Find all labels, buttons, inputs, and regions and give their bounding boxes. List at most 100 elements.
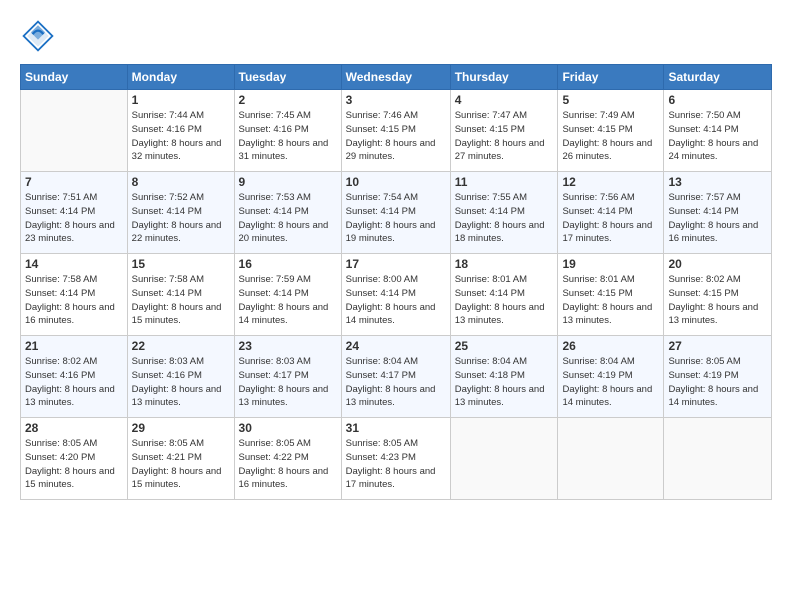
column-header-sunday: Sunday (21, 65, 128, 90)
day-number: 3 (346, 93, 446, 107)
day-info: Sunrise: 8:04 AMSunset: 4:18 PMDaylight:… (455, 355, 554, 410)
calendar-cell: 14 Sunrise: 7:58 AMSunset: 4:14 PMDayligh… (21, 254, 128, 336)
day-number: 26 (562, 339, 659, 353)
day-info: Sunrise: 7:45 AMSunset: 4:16 PMDaylight:… (239, 109, 337, 164)
calendar-cell: 17 Sunrise: 8:00 AMSunset: 4:14 PMDayligh… (341, 254, 450, 336)
day-number: 20 (668, 257, 767, 271)
day-number: 1 (132, 93, 230, 107)
day-number: 14 (25, 257, 123, 271)
column-header-wednesday: Wednesday (341, 65, 450, 90)
page-header (20, 18, 772, 54)
calendar-cell: 29 Sunrise: 8:05 AMSunset: 4:21 PMDayligh… (127, 418, 234, 500)
calendar-cell: 21 Sunrise: 8:02 AMSunset: 4:16 PMDayligh… (21, 336, 128, 418)
calendar-cell: 16 Sunrise: 7:59 AMSunset: 4:14 PMDayligh… (234, 254, 341, 336)
calendar-cell (21, 90, 128, 172)
calendar-cell: 3 Sunrise: 7:46 AMSunset: 4:15 PMDaylight… (341, 90, 450, 172)
day-info: Sunrise: 8:05 AMSunset: 4:23 PMDaylight:… (346, 437, 446, 492)
column-header-monday: Monday (127, 65, 234, 90)
day-number: 25 (455, 339, 554, 353)
column-header-saturday: Saturday (664, 65, 772, 90)
calendar-cell: 6 Sunrise: 7:50 AMSunset: 4:14 PMDaylight… (664, 90, 772, 172)
calendar-cell: 26 Sunrise: 8:04 AMSunset: 4:19 PMDayligh… (558, 336, 664, 418)
day-info: Sunrise: 8:02 AMSunset: 4:15 PMDaylight:… (668, 273, 767, 328)
calendar-cell: 19Sunrise: 8:01 AMSunset: 4:15 PMDayligh… (558, 254, 664, 336)
calendar-cell: 25 Sunrise: 8:04 AMSunset: 4:18 PMDayligh… (450, 336, 558, 418)
day-info: Sunrise: 7:49 AMSunset: 4:15 PMDaylight:… (562, 109, 659, 164)
column-header-friday: Friday (558, 65, 664, 90)
calendar-cell: 15Sunrise: 7:58 AMSunset: 4:14 PMDayligh… (127, 254, 234, 336)
calendar-cell: 13 Sunrise: 7:57 AMSunset: 4:14 PMDayligh… (664, 172, 772, 254)
day-info: Sunrise: 8:05 AMSunset: 4:21 PMDaylight:… (132, 437, 230, 492)
day-info: Sunrise: 8:00 AMSunset: 4:14 PMDaylight:… (346, 273, 446, 328)
day-number: 24 (346, 339, 446, 353)
calendar-cell (558, 418, 664, 500)
calendar-cell: 1Sunrise: 7:44 AMSunset: 4:16 PMDaylight… (127, 90, 234, 172)
calendar-cell: 24 Sunrise: 8:04 AMSunset: 4:17 PMDayligh… (341, 336, 450, 418)
day-number: 30 (239, 421, 337, 435)
day-info: Sunrise: 7:46 AMSunset: 4:15 PMDaylight:… (346, 109, 446, 164)
day-number: 5 (562, 93, 659, 107)
day-info: Sunrise: 7:50 AMSunset: 4:14 PMDaylight:… (668, 109, 767, 164)
day-number: 21 (25, 339, 123, 353)
calendar-cell: 2 Sunrise: 7:45 AMSunset: 4:16 PMDaylight… (234, 90, 341, 172)
calendar-cell: 5 Sunrise: 7:49 AMSunset: 4:15 PMDaylight… (558, 90, 664, 172)
day-number: 8 (132, 175, 230, 189)
day-number: 13 (668, 175, 767, 189)
calendar-cell: 7 Sunrise: 7:51 AMSunset: 4:14 PMDaylight… (21, 172, 128, 254)
day-info: Sunrise: 7:54 AMSunset: 4:14 PMDaylight:… (346, 191, 446, 246)
calendar-cell: 10 Sunrise: 7:54 AMSunset: 4:14 PMDayligh… (341, 172, 450, 254)
day-number: 16 (239, 257, 337, 271)
day-info: Sunrise: 7:56 AMSunset: 4:14 PMDaylight:… (562, 191, 659, 246)
day-info: Sunrise: 7:57 AMSunset: 4:14 PMDaylight:… (668, 191, 767, 246)
calendar-cell (450, 418, 558, 500)
day-number: 28 (25, 421, 123, 435)
calendar-cell: 18 Sunrise: 8:01 AMSunset: 4:14 PMDayligh… (450, 254, 558, 336)
day-number: 23 (239, 339, 337, 353)
calendar-cell: 4 Sunrise: 7:47 AMSunset: 4:15 PMDaylight… (450, 90, 558, 172)
day-number: 10 (346, 175, 446, 189)
day-number: 11 (455, 175, 554, 189)
day-number: 29 (132, 421, 230, 435)
day-info: Sunrise: 8:03 AMSunset: 4:16 PMDaylight:… (132, 355, 230, 410)
column-header-thursday: Thursday (450, 65, 558, 90)
day-number: 18 (455, 257, 554, 271)
calendar-week-row: 21 Sunrise: 8:02 AMSunset: 4:16 PMDayligh… (21, 336, 772, 418)
calendar-cell: 31 Sunrise: 8:05 AMSunset: 4:23 PMDayligh… (341, 418, 450, 500)
day-info: Sunrise: 7:58 AMSunset: 4:14 PMDaylight:… (25, 273, 123, 328)
calendar-header-row: SundayMondayTuesdayWednesdayThursdayFrid… (21, 65, 772, 90)
day-number: 22 (132, 339, 230, 353)
calendar-cell: 9Sunrise: 7:53 AMSunset: 4:14 PMDaylight… (234, 172, 341, 254)
day-info: Sunrise: 8:04 AMSunset: 4:17 PMDaylight:… (346, 355, 446, 410)
day-info: Sunrise: 7:55 AMSunset: 4:14 PMDaylight:… (455, 191, 554, 246)
day-number: 27 (668, 339, 767, 353)
day-info: Sunrise: 7:52 AMSunset: 4:14 PMDaylight:… (132, 191, 230, 246)
calendar-cell: 23Sunrise: 8:03 AMSunset: 4:17 PMDayligh… (234, 336, 341, 418)
calendar-week-row: 7 Sunrise: 7:51 AMSunset: 4:14 PMDaylight… (21, 172, 772, 254)
day-info: Sunrise: 8:05 AMSunset: 4:19 PMDaylight:… (668, 355, 767, 410)
column-header-tuesday: Tuesday (234, 65, 341, 90)
day-info: Sunrise: 7:59 AMSunset: 4:14 PMDaylight:… (239, 273, 337, 328)
day-number: 2 (239, 93, 337, 107)
day-number: 31 (346, 421, 446, 435)
day-info: Sunrise: 8:04 AMSunset: 4:19 PMDaylight:… (562, 355, 659, 410)
day-number: 12 (562, 175, 659, 189)
logo (20, 18, 60, 54)
day-info: Sunrise: 8:05 AMSunset: 4:20 PMDaylight:… (25, 437, 123, 492)
day-info: Sunrise: 7:47 AMSunset: 4:15 PMDaylight:… (455, 109, 554, 164)
day-info: Sunrise: 8:05 AMSunset: 4:22 PMDaylight:… (239, 437, 337, 492)
calendar-cell: 30 Sunrise: 8:05 AMSunset: 4:22 PMDayligh… (234, 418, 341, 500)
day-info: Sunrise: 7:53 AMSunset: 4:14 PMDaylight:… (239, 191, 337, 246)
calendar-week-row: 1Sunrise: 7:44 AMSunset: 4:16 PMDaylight… (21, 90, 772, 172)
day-number: 4 (455, 93, 554, 107)
calendar-cell: 28 Sunrise: 8:05 AMSunset: 4:20 PMDayligh… (21, 418, 128, 500)
day-info: Sunrise: 7:58 AMSunset: 4:14 PMDaylight:… (132, 273, 230, 328)
day-number: 6 (668, 93, 767, 107)
day-number: 17 (346, 257, 446, 271)
day-number: 7 (25, 175, 123, 189)
day-info: Sunrise: 8:02 AMSunset: 4:16 PMDaylight:… (25, 355, 123, 410)
day-info: Sunrise: 7:51 AMSunset: 4:14 PMDaylight:… (25, 191, 123, 246)
logo-icon (20, 18, 56, 54)
calendar-cell: 11 Sunrise: 7:55 AMSunset: 4:14 PMDayligh… (450, 172, 558, 254)
calendar-cell: 12 Sunrise: 7:56 AMSunset: 4:14 PMDayligh… (558, 172, 664, 254)
day-info: Sunrise: 8:01 AMSunset: 4:14 PMDaylight:… (455, 273, 554, 328)
